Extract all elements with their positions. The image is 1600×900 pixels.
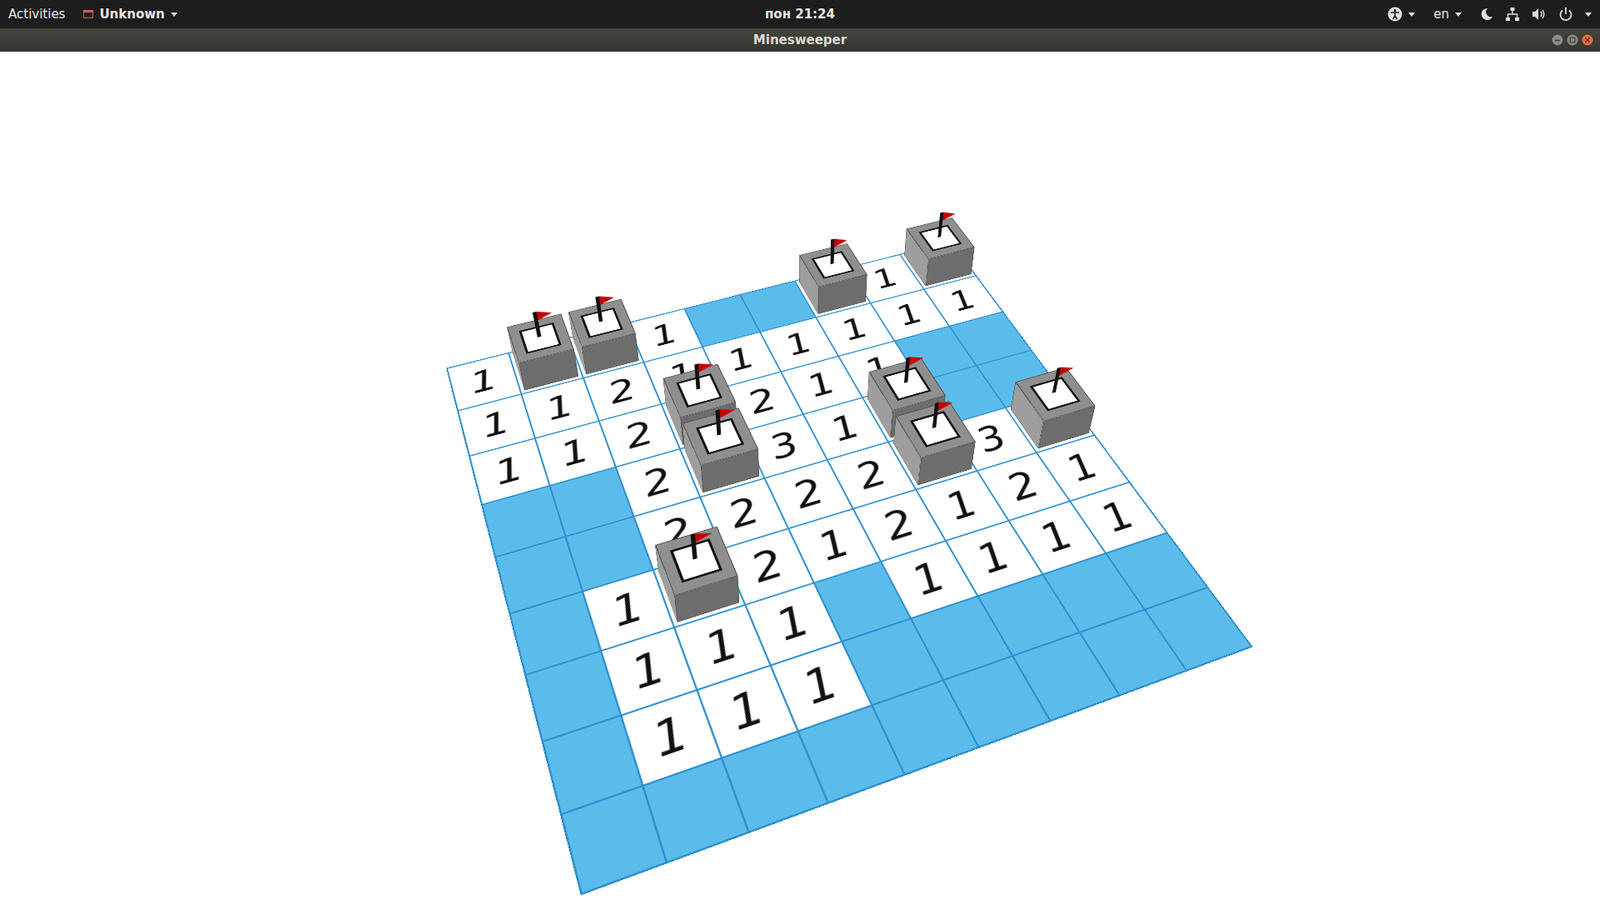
- accessibility-icon: [1387, 6, 1403, 22]
- mine-count: 1: [795, 659, 845, 713]
- mine-count: 1: [699, 621, 745, 672]
- accessibility-menu[interactable]: [1387, 6, 1415, 22]
- top-bar: Activities Unknown пон 21:24 en: [0, 0, 1600, 29]
- activities-button[interactable]: Activities: [8, 6, 65, 22]
- cell[interactable]: [888, 424, 978, 490]
- mine-count: 1: [905, 555, 954, 602]
- app-menu-label: Unknown: [99, 6, 165, 22]
- mine-count: 2: [637, 462, 678, 503]
- minimize-icon[interactable]: [1551, 34, 1564, 46]
- language-label: en: [1433, 6, 1450, 22]
- mine-count: 1: [625, 645, 671, 697]
- mine-count: 1: [722, 343, 760, 377]
- mine-count: 2: [603, 374, 640, 410]
- flag-icon: [1045, 360, 1080, 396]
- mine-count: 2: [742, 383, 782, 419]
- system-menu[interactable]: [1480, 6, 1592, 22]
- minefield: 1111121111111122112312222312121211111111…: [445, 240, 1253, 895]
- mine-count: 1: [606, 585, 650, 635]
- power-icon: [1558, 6, 1574, 22]
- mine-count: 2: [786, 473, 830, 515]
- dropdown-arrow-icon: [1455, 12, 1462, 17]
- mine-count: 1: [939, 485, 985, 527]
- mine-count: 2: [620, 416, 659, 455]
- mine-count: 1: [490, 451, 528, 491]
- window-icon: [83, 10, 94, 19]
- game-view: 1111121111111122112312222312121211111111…: [0, 51, 1600, 900]
- mine-count: 1: [801, 367, 842, 402]
- mine-count: 1: [1093, 495, 1143, 539]
- mine-count: 1: [780, 328, 819, 361]
- network-icon: [1505, 6, 1520, 22]
- maximize-icon[interactable]: [1566, 34, 1579, 46]
- mine-count: 2: [745, 543, 790, 589]
- window-title-bar: Minesweeper: [0, 28, 1600, 52]
- dropdown-arrow-icon: [170, 12, 178, 17]
- mine-count: 1: [1059, 448, 1107, 488]
- mine-count: 1: [890, 299, 930, 330]
- clock[interactable]: пон 21:24: [765, 6, 835, 22]
- mine-count: 1: [466, 364, 501, 399]
- night-light-icon: [1480, 7, 1494, 21]
- dropdown-arrow-icon: [1585, 12, 1592, 17]
- mine-count: 1: [541, 390, 578, 426]
- mine-count: 2: [722, 491, 765, 534]
- mine-count: 3: [764, 426, 805, 465]
- mine-count: 1: [646, 319, 683, 351]
- mine-count: 2: [1000, 465, 1047, 506]
- language-menu[interactable]: en: [1433, 6, 1462, 22]
- mine-count: 1: [835, 313, 875, 345]
- mine-count: 3: [969, 420, 1014, 458]
- cell[interactable]: [798, 705, 905, 803]
- mine-count: 1: [1032, 515, 1082, 560]
- mine-count: 1: [866, 264, 905, 294]
- mine-count: 1: [556, 433, 595, 472]
- mine-count: 1: [722, 683, 771, 739]
- mine-count: 1: [811, 523, 857, 568]
- close-icon[interactable]: [1581, 34, 1594, 46]
- mine-count: 1: [970, 535, 1019, 581]
- mine-count: 2: [875, 503, 922, 546]
- mine-count: 1: [478, 406, 514, 444]
- desktop: Activities Unknown пон 21:24 en Minesweeper 1…: [0, 0, 1600, 900]
- volume-icon: [1531, 7, 1547, 21]
- mine-count: 1: [825, 410, 867, 447]
- dropdown-arrow-icon: [1408, 12, 1415, 17]
- mine-count: 1: [943, 285, 983, 316]
- window-title: Minesweeper: [753, 32, 847, 48]
- mine-count: 1: [646, 708, 695, 765]
- mine-count: 2: [849, 455, 893, 495]
- app-menu[interactable]: Unknown: [83, 6, 177, 22]
- mine-count: 1: [770, 599, 817, 649]
